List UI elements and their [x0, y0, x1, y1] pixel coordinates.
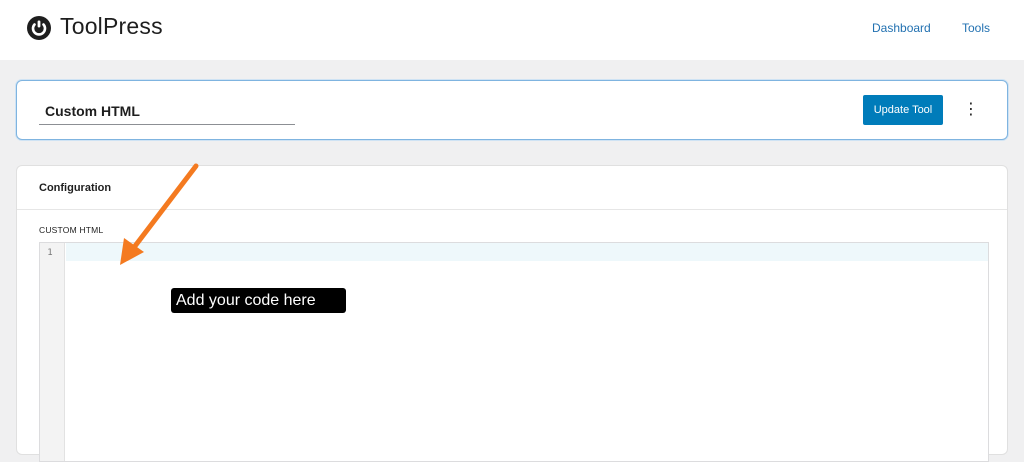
- nav-link-dashboard[interactable]: Dashboard: [872, 21, 931, 35]
- custom-html-label: CUSTOM HTML: [39, 225, 104, 235]
- editor-gutter: 1: [40, 243, 65, 461]
- update-tool-button[interactable]: Update Tool: [863, 95, 943, 125]
- line-number: 1: [47, 248, 53, 258]
- annotation-arrow-icon: [120, 163, 199, 265]
- brand-name: ToolPress: [60, 13, 163, 39]
- more-options-icon[interactable]: ⋮: [961, 97, 981, 123]
- tool-title-card: Update Tool ⋮: [16, 80, 1008, 140]
- tool-title-input[interactable]: [39, 97, 295, 125]
- code-editor[interactable]: 1: [39, 242, 989, 462]
- add-code-tooltip: Add your code here: [171, 288, 346, 313]
- top-bar: ToolPress Dashboard Tools: [0, 0, 1024, 60]
- nav-link-tools[interactable]: Tools: [962, 21, 990, 35]
- toolpress-logo-icon: [27, 16, 51, 40]
